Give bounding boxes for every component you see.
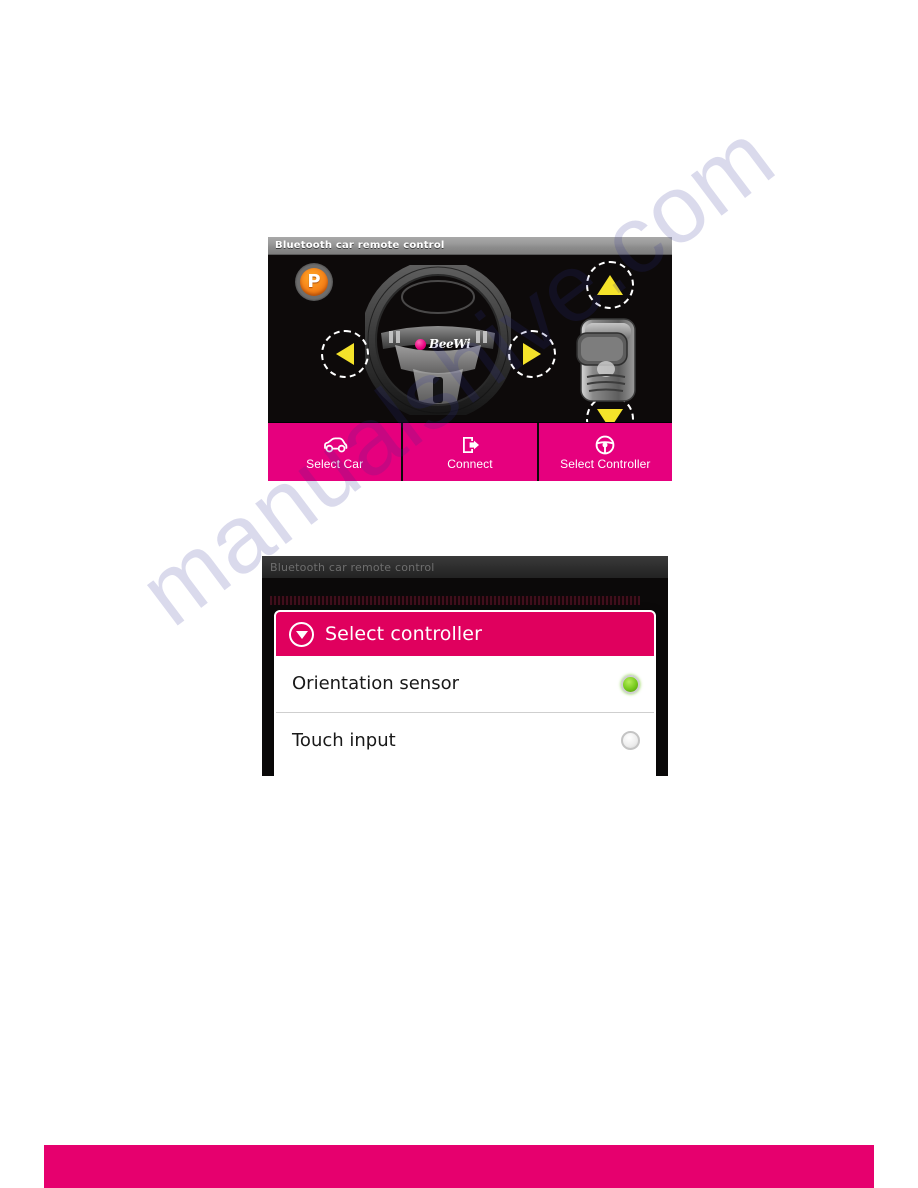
brand-logo-text: BeeWi [429, 337, 471, 351]
steering-wheel-graphic: BeeWi [365, 265, 511, 415]
remote-control-canvas: P BeeWi [268, 255, 672, 422]
connect-export-icon [457, 435, 483, 455]
radio-unselected-icon[interactable] [621, 731, 640, 750]
app-title-dimmed: Bluetooth car remote control [270, 560, 435, 574]
page-footer-band [44, 1145, 874, 1188]
select-controller-button[interactable]: Select Controller [538, 423, 672, 481]
option-row-touch-input[interactable]: Touch input [276, 712, 654, 768]
select-car-label: Select Car [306, 456, 364, 471]
titlebar-dimmed: Bluetooth car remote control [262, 556, 668, 578]
titlebar: Bluetooth car remote control [268, 237, 672, 255]
connect-button[interactable]: Connect [403, 423, 539, 481]
dialog-title: Select controller [325, 622, 482, 645]
gear-shifter-graphic[interactable] [573, 311, 643, 411]
right-triangle-icon [523, 343, 541, 365]
select-controller-dialog: Select controller Orientation sensor Tou… [274, 610, 656, 776]
steer-right-button[interactable] [508, 330, 556, 378]
beewi-dot-icon [415, 338, 426, 350]
radio-selected-icon[interactable] [621, 674, 640, 694]
dimmed-backdrop: Select controller Orientation sensor Tou… [262, 578, 668, 776]
brand-logo: BeeWi [415, 337, 471, 351]
app-screenshot-dialog: Bluetooth car remote control Select cont… [262, 556, 668, 776]
option-row-orientation-sensor[interactable]: Orientation sensor [276, 656, 654, 712]
steer-left-button[interactable] [321, 330, 369, 378]
select-car-button[interactable]: Select Car [268, 423, 404, 481]
app-title: Bluetooth car remote control [275, 240, 445, 251]
chevron-down-circle-icon [289, 621, 314, 647]
up-triangle-icon [597, 275, 623, 295]
accelerate-button[interactable] [586, 261, 634, 309]
bottom-toolbar: Select Car Connect Select Controller [268, 423, 672, 481]
select-controller-label: Select Controller [560, 456, 651, 471]
option-label: Orientation sensor [292, 673, 459, 694]
option-label: Touch input [292, 729, 396, 751]
park-button[interactable]: P [295, 263, 333, 301]
park-button-label: P [307, 271, 321, 292]
car-icon [322, 435, 348, 455]
app-screenshot-main: Bluetooth car remote control P BeeWi Sel… [268, 237, 672, 481]
left-triangle-icon [336, 343, 354, 365]
dialog-header: Select controller [276, 612, 654, 656]
dialog-footer-spacer [276, 768, 654, 776]
connect-label: Connect [447, 456, 493, 471]
park-button-face: P [300, 268, 328, 296]
steering-wheel-icon [592, 435, 618, 455]
backdrop-stripe [270, 596, 640, 605]
